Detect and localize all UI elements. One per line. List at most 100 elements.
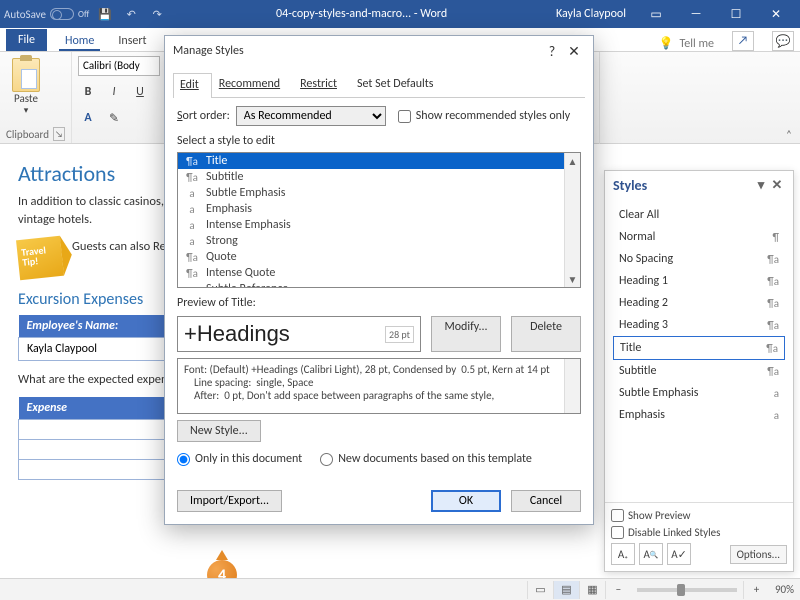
style-list-item[interactable]: ¶aTitle — [178, 153, 580, 169]
document-title: 04-copy-styles-and-macro... - Word — [167, 7, 556, 21]
delete-button[interactable]: Delete — [511, 316, 581, 352]
tell-me-search[interactable]: 💡 Tell me — [659, 36, 714, 51]
styles-pane: Styles ▾ ✕ Clear AllNormal¶No Spacing¶aH… — [604, 170, 794, 572]
style-item[interactable]: Clear All — [613, 204, 785, 226]
scrollbar[interactable] — [564, 359, 580, 413]
zoom-slider[interactable] — [637, 588, 737, 592]
font-color-button[interactable]: A — [78, 108, 98, 128]
styles-list[interactable]: Clear AllNormal¶No Spacing¶aHeading 1¶aH… — [605, 200, 793, 502]
tab-file[interactable]: File — [6, 29, 47, 51]
tab-restrict[interactable]: Restrict — [293, 72, 350, 97]
scope-this-document-radio[interactable]: Only in this document — [177, 452, 302, 466]
tab-edit[interactable]: Edit — [173, 73, 212, 98]
undo-icon[interactable]: ↶ — [121, 4, 141, 24]
styles-pane-title: Styles — [613, 177, 647, 194]
paste-label: Paste — [6, 92, 46, 105]
style-item[interactable]: Heading 2¶a — [613, 292, 785, 314]
manage-styles-icon-button[interactable]: A✓ — [667, 543, 691, 565]
clipboard-icon — [12, 58, 40, 92]
tab-set-defaults[interactable]: Set Set Defaults — [350, 72, 447, 97]
style-list-item[interactable]: aStrong — [178, 233, 580, 249]
share-button[interactable]: ↗ — [732, 31, 754, 51]
status-bar: ▭ ▤ ▦ − + 90% — [0, 578, 800, 600]
autosave-label: AutoSave — [4, 8, 46, 21]
quick-access-toolbar: AutoSave Off 💾 ↶ ↷ — [4, 4, 167, 24]
clipboard-dialog-launcher[interactable]: ↘ — [53, 127, 65, 141]
read-mode-icon[interactable]: ▭ — [527, 581, 553, 599]
user-name[interactable]: Kayla Claypool — [556, 7, 626, 21]
style-description-text: Font: (Default) +Headings (Calibri Light… — [184, 363, 550, 402]
style-item[interactable]: No Spacing¶a — [613, 248, 785, 270]
styles-pane-dropdown-icon[interactable]: ▾ — [753, 178, 769, 193]
cancel-button[interactable]: Cancel — [511, 490, 581, 512]
redo-icon[interactable]: ↷ — [147, 4, 167, 24]
close-icon[interactable]: ✕ — [756, 0, 796, 28]
tab-insert[interactable]: Insert — [112, 30, 152, 51]
ribbon-options-icon[interactable]: ▭ — [636, 0, 676, 28]
sort-order-select[interactable]: As Recommended — [236, 106, 386, 126]
minimize-icon[interactable]: — — [676, 0, 716, 28]
style-list-item[interactable]: aSubtle Reference — [178, 281, 580, 288]
ok-button[interactable]: OK — [431, 490, 501, 512]
style-item[interactable]: Title¶a — [613, 336, 785, 360]
scroll-down-icon[interactable]: ▼ — [565, 271, 580, 287]
styles-options-button[interactable]: Options... — [730, 545, 787, 564]
web-layout-icon[interactable]: ▦ — [579, 581, 605, 599]
style-list-item[interactable]: aIntense Emphasis — [178, 217, 580, 233]
style-list-item[interactable]: aEmphasis — [178, 201, 580, 217]
zoom-level[interactable]: 90% — [775, 583, 794, 596]
save-icon[interactable]: 💾 — [95, 4, 115, 24]
new-style-button[interactable]: New Style... — [177, 420, 261, 442]
style-item[interactable]: Normal¶ — [613, 226, 785, 248]
collapse-ribbon-icon[interactable]: ˄ — [780, 128, 798, 142]
dialog-tabs: Edit Recommend Restrict Set Set Defaults — [173, 66, 585, 98]
highlight-button[interactable]: ✎ — [104, 108, 124, 128]
dialog-style-list[interactable]: ▲ ▼ ¶aTitle¶aSubtitleaSubtle EmphasisaEm… — [177, 152, 581, 288]
modify-button[interactable]: Modify... — [431, 316, 501, 352]
maximize-icon[interactable]: ☐ — [716, 0, 756, 28]
style-list-item[interactable]: ¶aQuote — [178, 249, 580, 265]
lightbulb-icon: 💡 — [659, 36, 674, 51]
italic-button[interactable]: I — [104, 82, 124, 102]
scroll-up-icon[interactable]: ▲ — [565, 153, 580, 169]
font-name-combo[interactable]: Calibri (Body — [78, 56, 160, 76]
paste-button[interactable]: Paste ▾ — [6, 56, 46, 116]
style-item[interactable]: Heading 3¶a — [613, 314, 785, 336]
preview-label: Preview of Title: — [177, 296, 581, 310]
show-preview-checkbox[interactable]: Show Preview — [611, 509, 787, 522]
style-item[interactable]: Heading 1¶a — [613, 270, 785, 292]
style-list-item[interactable]: aSubtle Emphasis — [178, 185, 580, 201]
disable-linked-checkbox[interactable]: Disable Linked Styles — [611, 526, 787, 539]
show-recommended-only-checkbox[interactable]: Show recommended styles only — [398, 109, 570, 123]
dialog-help-icon[interactable]: ? — [541, 43, 563, 60]
preview-size: 28 pt — [385, 326, 414, 343]
style-inspector-icon-button[interactable]: A🔍 — [639, 543, 663, 565]
new-style-icon-button[interactable]: A₊ — [611, 543, 635, 565]
tab-recommend[interactable]: Recommend — [212, 72, 293, 97]
zoom-in-icon[interactable]: + — [743, 581, 769, 599]
style-list-item[interactable]: ¶aIntense Quote — [178, 265, 580, 281]
toggle-icon — [50, 8, 74, 20]
style-item[interactable]: Subtitle¶a — [613, 360, 785, 382]
tab-home[interactable]: Home — [59, 30, 100, 51]
comments-button[interactable]: 💬 — [772, 31, 794, 51]
style-item[interactable]: Subtle Emphasisa — [613, 382, 785, 404]
bold-button[interactable]: B — [78, 82, 98, 102]
zoom-out-icon[interactable]: − — [605, 581, 631, 599]
manage-styles-dialog: Manage Styles ? ✕ Edit Recommend Restric… — [164, 35, 594, 525]
scope-template-radio[interactable]: New documents based on this template — [320, 452, 532, 466]
autosave-toggle[interactable]: AutoSave Off — [4, 8, 89, 21]
style-item[interactable]: Emphasisa — [613, 404, 785, 426]
autosave-state: Off — [78, 9, 89, 20]
import-export-button[interactable]: Import/Export... — [177, 490, 282, 512]
title-bar: AutoSave Off 💾 ↶ ↷ 04-copy-styles-and-ma… — [0, 0, 800, 28]
style-list-item[interactable]: ¶aSubtitle — [178, 169, 580, 185]
styles-pane-close-icon[interactable]: ✕ — [769, 178, 785, 193]
tell-me-label: Tell me — [679, 37, 714, 51]
clipboard-group: Paste ▾ Clipboard↘ — [0, 52, 72, 143]
underline-button[interactable]: U — [130, 82, 150, 102]
dialog-close-icon[interactable]: ✕ — [563, 43, 585, 60]
scrollbar[interactable]: ▲ ▼ — [564, 153, 580, 287]
styles-pane-footer: Show Preview Disable Linked Styles A₊ A🔍… — [605, 502, 793, 571]
print-layout-icon[interactable]: ▤ — [553, 581, 579, 599]
